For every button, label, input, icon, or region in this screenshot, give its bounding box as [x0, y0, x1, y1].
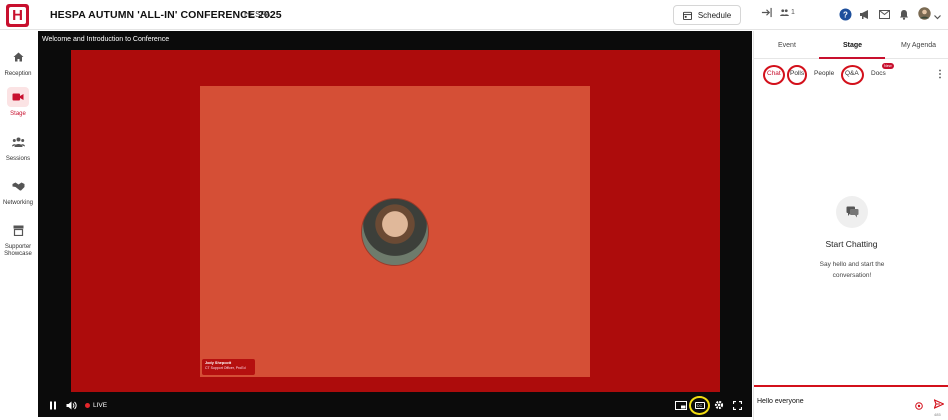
- attendee-count[interactable]: 1: [780, 9, 795, 16]
- emoji-icon[interactable]: [915, 397, 923, 415]
- home-icon: [7, 47, 29, 67]
- side-panel: Event Stage My Agenda Chat Polls People …: [753, 31, 948, 420]
- megaphone-icon[interactable]: [859, 9, 871, 23]
- empty-state-subtitle: Say hello and start the conversation!: [819, 261, 885, 279]
- hespa-logo[interactable]: H: [6, 4, 29, 27]
- new-badge: New: [882, 63, 894, 69]
- sidebar-item-label: Stage: [10, 111, 26, 117]
- speaker-role: CT Support Officer, ProEd: [205, 366, 246, 370]
- exit-icon[interactable]: [761, 7, 772, 21]
- stage-canvas: Jody Shepcott CT Support Officer, ProEd: [71, 50, 720, 392]
- volume-icon[interactable]: [66, 401, 77, 412]
- video-title: Welcome and Introduction to Conference: [42, 36, 170, 43]
- people-icon: [780, 9, 789, 16]
- subtab-people[interactable]: People: [814, 70, 834, 77]
- sidebar-item-networking[interactable]: Networking: [0, 176, 36, 206]
- top-bar: H HESPA AUTUMN 'ALL-IN' CONFERENCE 2025 …: [0, 0, 948, 30]
- mail-icon[interactable]: [879, 10, 890, 22]
- schedule-button[interactable]: Schedule: [673, 5, 741, 25]
- svg-text:?: ?: [843, 11, 848, 20]
- stage-subtabs: Chat Polls People Q&A Docs New ⋮: [754, 61, 948, 89]
- sidebar-item-stage[interactable]: Stage: [0, 87, 36, 117]
- speaker-name: Jody Shepcott: [205, 361, 232, 365]
- profile-avatar[interactable]: [918, 7, 931, 23]
- subtab-chat[interactable]: Chat: [767, 70, 781, 77]
- video-player[interactable]: Welcome and Introduction to Conference J…: [38, 31, 752, 417]
- bell-icon[interactable]: [899, 9, 909, 23]
- handshake-icon: [7, 176, 29, 196]
- subtab-qa[interactable]: Q&A: [845, 70, 859, 77]
- sidebar-item-label: Networking: [2, 200, 33, 206]
- panel-tabs: Event Stage My Agenda: [754, 31, 948, 59]
- left-nav: Reception Stage Sessions Networking Supp…: [0, 31, 36, 420]
- closed-captions-icon: CC: [694, 402, 705, 409]
- group-icon: [7, 132, 29, 152]
- tab-stage[interactable]: Stage: [843, 42, 862, 49]
- more-options-icon[interactable]: ⋮: [935, 69, 945, 80]
- sidebar-item-reception[interactable]: Reception: [0, 47, 36, 77]
- tab-event[interactable]: Event: [778, 42, 796, 49]
- speaker-name-tag: Jody Shepcott CT Support Officer, ProEd: [202, 359, 255, 375]
- attendee-count-value: 1: [791, 9, 795, 16]
- chat-message-input[interactable]: [757, 395, 907, 407]
- settings-gear-icon[interactable]: [714, 400, 724, 412]
- logo-letter: H: [9, 7, 26, 24]
- fullscreen-icon[interactable]: [732, 400, 743, 412]
- video-camera-icon: [7, 87, 29, 107]
- picture-in-picture-icon[interactable]: [675, 401, 687, 412]
- speaker-tile: Jody Shepcott CT Support Officer, ProEd: [200, 86, 590, 377]
- sidebar-item-supporter-showcase[interactable]: Supporter Showcase: [0, 220, 36, 258]
- organizer-name: HESPA: [244, 10, 271, 19]
- help-icon[interactable]: ?: [839, 8, 852, 24]
- sidebar-item-sessions[interactable]: Sessions: [0, 132, 36, 162]
- sidebar-item-label: Supporter Showcase: [4, 244, 32, 257]
- sidebar-item-label: Reception: [4, 71, 32, 77]
- closed-captions-button[interactable]: CC: [689, 396, 710, 415]
- subtab-polls[interactable]: Polls: [790, 70, 804, 77]
- empty-state-title: Start Chatting: [825, 239, 878, 249]
- live-dot: [85, 403, 90, 408]
- speaker-avatar: [361, 198, 429, 266]
- chevron-down-icon[interactable]: [934, 11, 941, 23]
- chat-compose: 485: [754, 385, 948, 420]
- sidebar-item-label: Sessions: [5, 156, 31, 162]
- pause-icon[interactable]: [49, 401, 57, 412]
- character-count: 485: [934, 412, 941, 417]
- subtab-docs[interactable]: Docs: [871, 70, 886, 77]
- booth-icon: [7, 220, 29, 240]
- live-indicator: LIVE: [85, 402, 107, 409]
- schedule-label: Schedule: [697, 10, 732, 20]
- live-label: LIVE: [93, 402, 108, 409]
- active-tab-indicator: [819, 57, 885, 59]
- tab-my-agenda[interactable]: My Agenda: [901, 42, 936, 49]
- calendar-icon: [682, 11, 692, 20]
- chat-bubble-icon: [836, 196, 868, 228]
- video-controls: LIVE CC: [38, 395, 752, 417]
